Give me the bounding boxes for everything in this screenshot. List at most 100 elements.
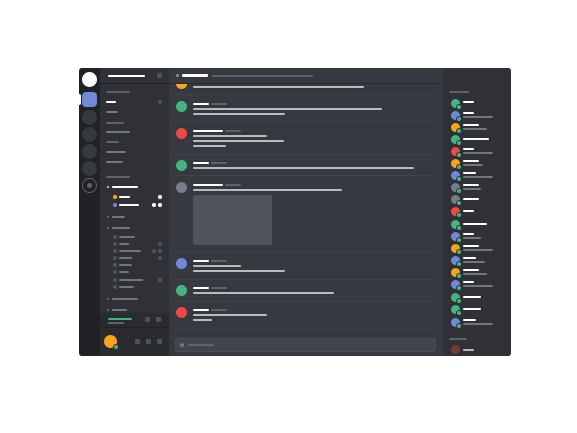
message-author[interactable]: [193, 103, 209, 105]
server-icon[interactable]: [82, 127, 97, 142]
channel-item[interactable]: [106, 161, 123, 163]
member-name[interactable]: [463, 160, 479, 162]
member-name[interactable]: [463, 233, 474, 235]
microphone-icon[interactable]: [135, 339, 140, 344]
channel-settings-icon[interactable]: [158, 100, 162, 104]
image-attachment[interactable]: [193, 195, 272, 245]
voice-user[interactable]: [119, 243, 129, 245]
message-input[interactable]: [175, 338, 436, 352]
online-status-badge: [456, 176, 462, 182]
online-status-badge: [456, 310, 462, 316]
member-name[interactable]: [463, 124, 479, 126]
add-server-icon[interactable]: [82, 178, 97, 193]
voice-channel[interactable]: [112, 298, 138, 300]
member-name[interactable]: [463, 245, 479, 247]
role-category-label: [449, 91, 469, 93]
server-icon[interactable]: [82, 110, 97, 125]
message-text: [193, 167, 414, 169]
voice-user[interactable]: [119, 279, 143, 281]
voice-user[interactable]: [119, 264, 132, 266]
member-name[interactable]: [463, 112, 474, 114]
message-text: [193, 108, 382, 110]
voice-channel[interactable]: [112, 216, 125, 218]
message-divider: [175, 252, 435, 253]
chevron-down-icon[interactable]: [157, 73, 162, 78]
member-name[interactable]: [463, 198, 479, 200]
member-name[interactable]: [463, 349, 474, 351]
member-avatar[interactable]: [451, 345, 460, 354]
server-icon[interactable]: [82, 161, 97, 176]
avatar[interactable]: [176, 84, 187, 89]
collapse-arrow-icon[interactable]: [107, 298, 109, 300]
member-name[interactable]: [463, 308, 481, 310]
message-author[interactable]: [193, 260, 209, 262]
online-status-badge: [456, 237, 462, 243]
avatar[interactable]: [176, 258, 187, 269]
headphones-icon: [158, 195, 162, 199]
message-author[interactable]: [193, 130, 223, 132]
member-activity: [463, 249, 493, 251]
voice-user[interactable]: [119, 196, 130, 198]
avatar[interactable]: [176, 182, 187, 193]
home-icon[interactable]: [82, 72, 97, 87]
voice-channel[interactable]: [112, 309, 127, 311]
channel-item[interactable]: [106, 151, 126, 153]
collapse-arrow-icon[interactable]: [107, 216, 109, 218]
avatar[interactable]: [176, 128, 187, 139]
collapse-arrow-icon[interactable]: [107, 309, 109, 311]
channel-item[interactable]: [106, 111, 118, 113]
member-name[interactable]: [463, 172, 476, 174]
message-author[interactable]: [193, 309, 209, 311]
collapse-arrow-icon[interactable]: [107, 227, 109, 229]
screen-share-icon[interactable]: [145, 317, 150, 322]
avatar[interactable]: [176, 285, 187, 296]
member-name[interactable]: [463, 296, 481, 298]
voice-user[interactable]: [119, 204, 139, 206]
voice-user[interactable]: [119, 257, 132, 259]
member-name[interactable]: [463, 223, 487, 225]
member-name[interactable]: [463, 257, 476, 259]
voice-user[interactable]: [119, 250, 141, 252]
message-author[interactable]: [193, 287, 209, 289]
user-avatar: [113, 256, 117, 260]
voice-user[interactable]: [119, 236, 135, 238]
member-activity: [463, 164, 483, 166]
server-name: [108, 75, 145, 77]
online-status-badge: [456, 225, 462, 231]
avatar[interactable]: [176, 307, 187, 318]
message-text: [193, 319, 212, 321]
avatar[interactable]: [176, 160, 187, 171]
phone-icon[interactable]: [156, 317, 161, 322]
voice-channel[interactable]: [112, 186, 138, 188]
message-timestamp: [225, 184, 241, 186]
message-author[interactable]: [193, 162, 209, 164]
channel-item[interactable]: [106, 131, 130, 133]
member-name[interactable]: [463, 138, 489, 140]
member-name[interactable]: [463, 269, 479, 271]
member-name[interactable]: [463, 281, 474, 283]
server-name-header[interactable]: [100, 68, 169, 84]
voice-user[interactable]: [119, 286, 134, 288]
member-name[interactable]: [463, 319, 476, 321]
headphones-icon: [158, 249, 162, 253]
server-icon[interactable]: [82, 144, 97, 159]
member-name[interactable]: [463, 101, 474, 103]
message-author[interactable]: [193, 184, 223, 186]
member-activity: [463, 116, 493, 118]
channel-item-active[interactable]: [106, 101, 116, 103]
collapse-arrow-icon[interactable]: [107, 186, 109, 188]
online-status-badge: [456, 188, 462, 194]
server-icon-active[interactable]: [82, 92, 97, 107]
headphones-icon[interactable]: [146, 339, 151, 344]
gear-icon[interactable]: [157, 339, 162, 344]
voice-channel[interactable]: [112, 227, 130, 229]
add-attachment-icon[interactable]: [180, 343, 184, 347]
online-status-badge: [456, 104, 462, 110]
member-name[interactable]: [463, 184, 479, 186]
member-name[interactable]: [463, 148, 474, 150]
voice-user[interactable]: [119, 271, 129, 273]
member-name[interactable]: [463, 210, 474, 212]
avatar[interactable]: [176, 101, 187, 112]
member-activity: [463, 128, 487, 130]
user-avatar: [113, 242, 117, 246]
